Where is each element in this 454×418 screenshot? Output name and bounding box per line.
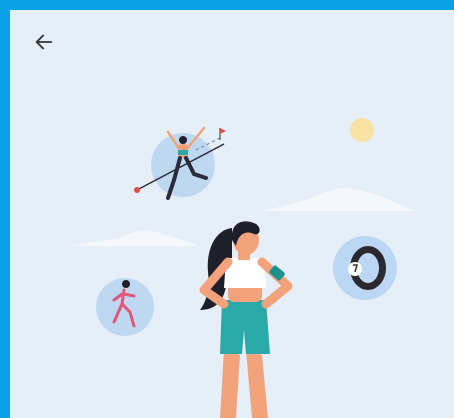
cloud-right — [258, 188, 414, 211]
jumping-athlete-bubble — [134, 126, 226, 200]
onboarding-panel — [10, 10, 454, 418]
smart-ring-bubble — [333, 236, 397, 300]
cloud-left — [68, 230, 198, 246]
runner-bubble — [96, 278, 154, 336]
sun — [350, 118, 374, 142]
woman-standing — [199, 221, 293, 418]
fitness-illustration — [68, 118, 414, 418]
